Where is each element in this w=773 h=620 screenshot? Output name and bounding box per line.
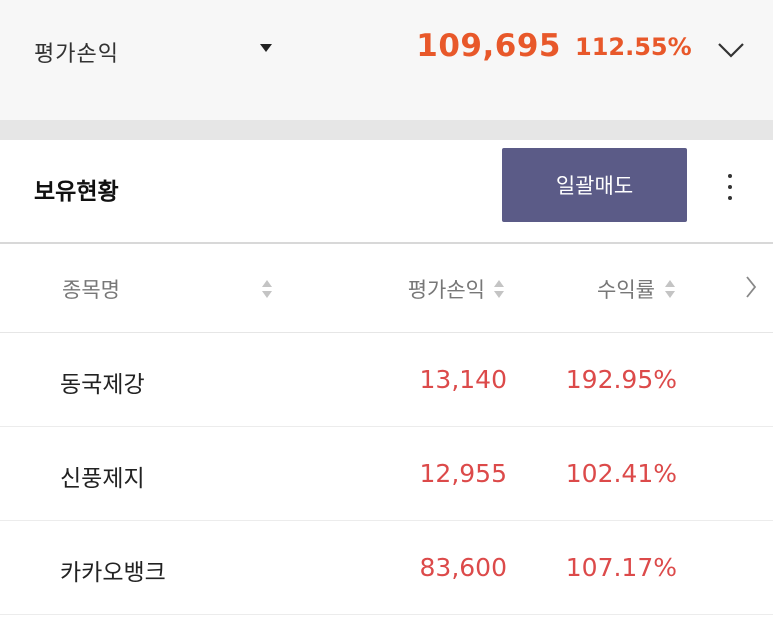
- table-row[interactable]: 동국제강 13,140 192.95%: [0, 333, 773, 427]
- holdings-header: 보유현황 일괄매도: [0, 140, 773, 244]
- caret-down-icon[interactable]: [260, 44, 272, 52]
- section-divider: [0, 120, 773, 140]
- sort-icon[interactable]: [262, 280, 272, 300]
- stock-pnl: 12,955: [419, 459, 507, 488]
- pnl-summary-label: 평가손익: [34, 42, 119, 67]
- stock-pnl: 13,140: [419, 365, 507, 394]
- table-header: 종목명 평가손익 수익률: [0, 244, 773, 333]
- pnl-summary-value: 109,695: [416, 28, 561, 64]
- sort-icon[interactable]: [665, 280, 675, 300]
- holdings-list: 동국제강 13,140 192.95% 신풍제지 12,955 102.41% …: [0, 333, 773, 615]
- stock-name: 신풍제지: [60, 466, 145, 492]
- pnl-summary-bar: 평가손익 109,695 112.55%: [0, 0, 773, 120]
- column-header-rate: 수익률: [597, 278, 655, 302]
- sell-all-button[interactable]: 일괄매도: [502, 148, 687, 222]
- column-header-name: 종목명: [62, 278, 120, 302]
- stock-return-rate: 192.95%: [565, 365, 677, 394]
- stock-name: 동국제강: [60, 372, 145, 398]
- table-row[interactable]: 신풍제지 12,955 102.41%: [0, 427, 773, 521]
- table-row[interactable]: 카카오뱅크 83,600 107.17%: [0, 521, 773, 615]
- stock-return-rate: 102.41%: [565, 459, 677, 488]
- holdings-title: 보유현황: [34, 179, 119, 205]
- stock-pnl: 83,600: [419, 553, 507, 582]
- chevron-down-icon[interactable]: [716, 40, 746, 60]
- pnl-summary-rate: 112.55%: [575, 33, 692, 61]
- column-header-pnl: 평가손익: [407, 278, 485, 302]
- more-vertical-icon[interactable]: [718, 170, 742, 204]
- stock-name: 카카오뱅크: [60, 560, 166, 586]
- chevron-right-icon[interactable]: [744, 274, 758, 300]
- stock-return-rate: 107.17%: [565, 553, 677, 582]
- sort-icon[interactable]: [494, 280, 504, 300]
